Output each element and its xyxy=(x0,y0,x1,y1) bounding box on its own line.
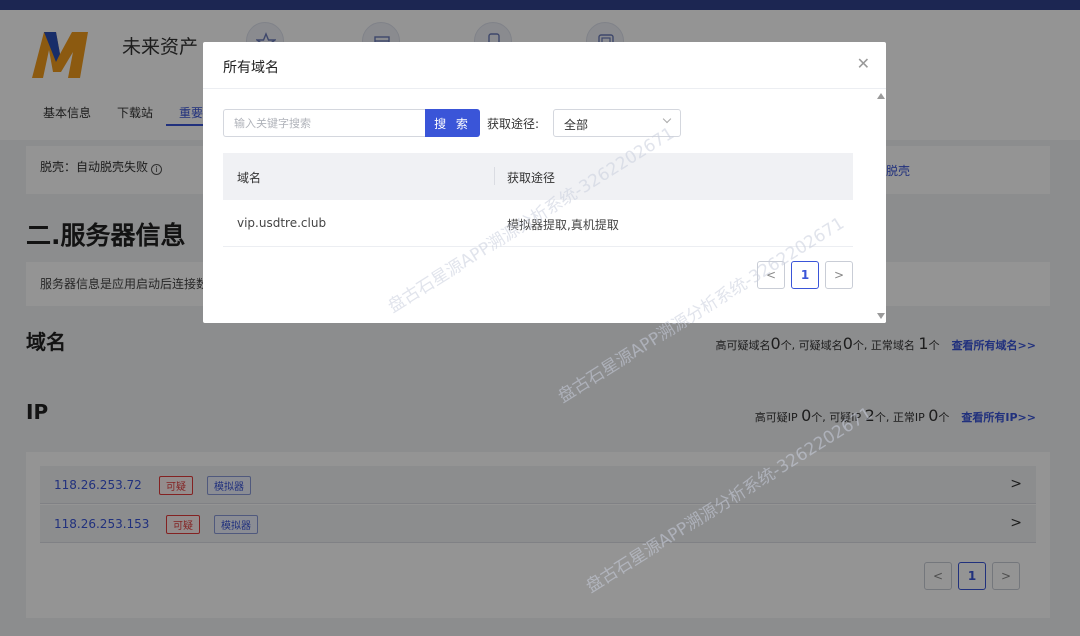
scroll-down-icon[interactable] xyxy=(877,313,885,319)
column-divider xyxy=(494,167,495,185)
dialog-scrollbar[interactable] xyxy=(874,89,886,323)
page-number-button[interactable]: 1 xyxy=(791,261,819,289)
dialog-title: 所有域名 xyxy=(223,60,279,76)
next-page-button[interactable]: > xyxy=(825,261,853,289)
close-icon[interactable]: ✕ xyxy=(857,54,870,73)
column-header-source[interactable]: 获取途径 xyxy=(507,169,555,186)
domains-table: 域名 获取途径 vip.usdtre.club 模拟器提取,真机提取 xyxy=(223,153,853,247)
table-row[interactable]: vip.usdtre.club 模拟器提取,真机提取 xyxy=(223,200,853,247)
scroll-up-icon[interactable] xyxy=(877,93,885,99)
source-cell: 模拟器提取,真机提取 xyxy=(507,218,619,232)
domain-cell: vip.usdtre.club xyxy=(237,216,327,230)
chevron-down-icon xyxy=(662,114,672,124)
column-header-domain[interactable]: 域名 xyxy=(237,169,261,186)
table-header: 域名 获取途径 xyxy=(223,153,853,200)
search-button[interactable]: 搜 索 xyxy=(425,109,480,137)
all-domains-dialog: 所有域名 ✕ 搜 索 获取途径: 全部 域名 获取途径 vip.usdtre.c… xyxy=(203,42,886,323)
source-filter-label: 获取途径: xyxy=(487,117,540,131)
source-filter-value: 全部 xyxy=(564,118,589,132)
dialog-header: 所有域名 ✕ xyxy=(203,42,886,89)
top-bar xyxy=(0,0,1080,10)
dialog-pagination: < 1 > xyxy=(757,261,853,289)
source-filter-select[interactable]: 全部 xyxy=(553,109,681,137)
keyword-search-input[interactable] xyxy=(223,109,426,137)
prev-page-button[interactable]: < xyxy=(757,261,785,289)
